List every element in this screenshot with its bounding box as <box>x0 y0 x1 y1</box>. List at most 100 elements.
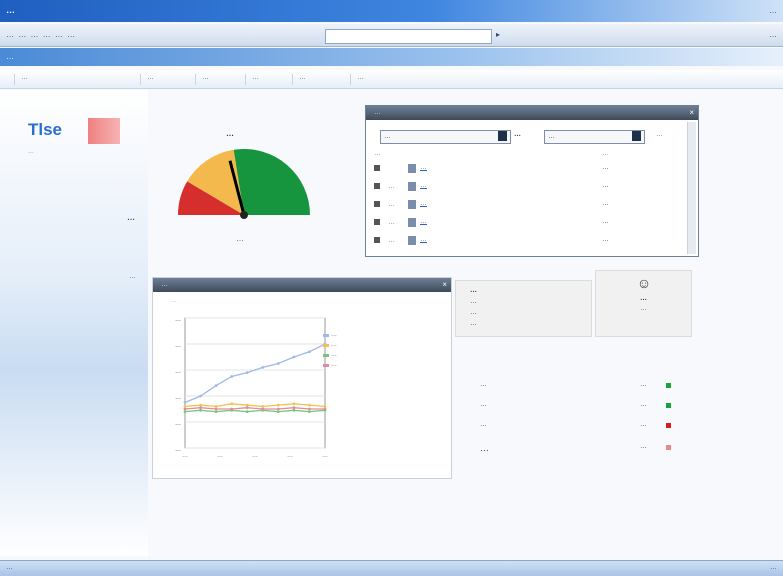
table-row[interactable]: … … … <box>374 180 679 196</box>
alert-link[interactable]: … <box>420 182 427 189</box>
row-checkbox[interactable] <box>374 237 380 243</box>
y-tick-label: … <box>175 343 181 349</box>
title-bar-links[interactable]: … <box>769 6 777 15</box>
data-point <box>199 406 202 410</box>
alerts-period-select[interactable]: … <box>544 130 645 144</box>
nav-tab-3[interactable]: … <box>195 74 215 85</box>
table-row[interactable]: … … … <box>374 198 679 214</box>
toolbar-buttons[interactable]: … … … … … … <box>6 30 76 39</box>
address-bar[interactable] <box>325 29 492 44</box>
row-checkbox[interactable] <box>374 165 380 171</box>
status-value: … <box>640 421 647 428</box>
brand-tagline: … <box>28 149 34 155</box>
x-tick-label: … <box>217 453 223 459</box>
table-row[interactable]: … … … <box>374 234 679 250</box>
data-point <box>292 355 296 359</box>
alerts-filter-label: … <box>514 131 521 138</box>
nav-tab-1[interactable]: … <box>14 74 34 85</box>
alerts-go-button[interactable]: … <box>656 131 663 138</box>
data-point <box>214 410 218 413</box>
data-point <box>292 408 296 412</box>
x-tick-label: … <box>287 453 293 459</box>
alert-link[interactable]: … <box>420 218 427 225</box>
data-point <box>308 403 311 407</box>
sidebar-heading: … <box>127 213 135 222</box>
help-panel[interactable]: ☺ … … <box>595 270 692 337</box>
alert-link[interactable]: … <box>420 236 427 243</box>
data-point <box>308 407 311 411</box>
nav-tab-6[interactable]: … <box>350 74 370 85</box>
alert-link[interactable]: … <box>420 164 427 171</box>
row-checkbox[interactable] <box>374 201 380 207</box>
trend-panel: … × … …………………………… … … … … <box>152 277 452 479</box>
status-line[interactable]: … … <box>480 400 680 414</box>
data-point <box>292 402 296 406</box>
y-tick-label: … <box>175 369 181 375</box>
status-bar: … … <box>0 560 783 576</box>
gauge-value: … <box>236 234 244 243</box>
row-checkbox[interactable] <box>374 183 380 189</box>
quick-link[interactable]: … <box>470 287 477 294</box>
data-point <box>261 407 265 411</box>
legend-item: … <box>323 342 337 348</box>
alert-link[interactable]: … <box>420 200 427 207</box>
header-band-label: … <box>6 52 14 61</box>
alerts-column-date[interactable]: … <box>602 150 609 157</box>
status-line[interactable]: … … <box>480 380 680 394</box>
series-line-1 <box>184 343 326 404</box>
health-gauge <box>178 148 310 219</box>
data-point <box>292 406 296 410</box>
alert-icon <box>408 200 416 209</box>
table-row[interactable]: … … … <box>374 216 679 232</box>
status-line[interactable]: … … <box>480 420 680 434</box>
alert-icon <box>408 164 416 173</box>
data-point <box>245 406 249 410</box>
x-tick-label: … <box>322 453 328 459</box>
data-point <box>261 405 265 408</box>
legend-item: … <box>323 362 337 368</box>
gauge-hub <box>240 211 248 219</box>
data-point <box>276 403 280 407</box>
table-row[interactable]: … … <box>374 162 679 178</box>
data-point <box>199 408 202 412</box>
data-point <box>261 366 265 369</box>
close-icon[interactable]: × <box>442 280 447 289</box>
alerts-filter-select[interactable]: … <box>380 130 511 144</box>
alerts-scrollbar[interactable] <box>687 122 696 254</box>
data-point <box>323 405 327 408</box>
y-tick-label: … <box>175 421 181 427</box>
alerts-column-name[interactable]: … <box>374 150 381 157</box>
close-icon[interactable]: × <box>689 108 694 117</box>
sidebar-body: … <box>129 273 136 280</box>
data-point <box>230 407 234 411</box>
status-line[interactable]: … … <box>480 442 680 456</box>
chevron-down-icon[interactable] <box>632 131 641 141</box>
nav-tab-2[interactable]: … <box>140 74 160 85</box>
alert-date: … <box>602 164 609 171</box>
row-checkbox[interactable] <box>374 219 380 225</box>
quick-link[interactable]: … <box>470 309 477 316</box>
title-bar: … … <box>0 0 783 22</box>
chevron-down-icon[interactable] <box>498 131 507 141</box>
nav-tab-5[interactable]: … <box>292 74 312 85</box>
nav-tab-4[interactable]: … <box>245 74 265 85</box>
legend-item: … <box>323 332 337 338</box>
series-line-3 <box>184 409 326 413</box>
row-severity: … <box>388 237 395 244</box>
toolbar-right[interactable]: … <box>769 30 777 39</box>
alert-icon <box>408 218 416 227</box>
data-point <box>245 403 249 407</box>
status-value: … <box>640 401 647 408</box>
status-label: … <box>480 421 487 428</box>
y-tick-label: … <box>175 317 181 323</box>
brand-logo-mark <box>88 118 120 144</box>
alert-icon <box>408 236 416 245</box>
status-label: … <box>480 381 487 388</box>
go-button[interactable]: ▸ <box>496 30 500 39</box>
series-line-4 <box>184 407 325 410</box>
help-text: … <box>640 306 647 312</box>
quick-link[interactable]: … <box>470 320 477 327</box>
nav-bar: … … … … … … <box>0 70 783 89</box>
quick-link[interactable]: … <box>470 298 477 305</box>
alerts-panel-title: … <box>374 109 381 116</box>
